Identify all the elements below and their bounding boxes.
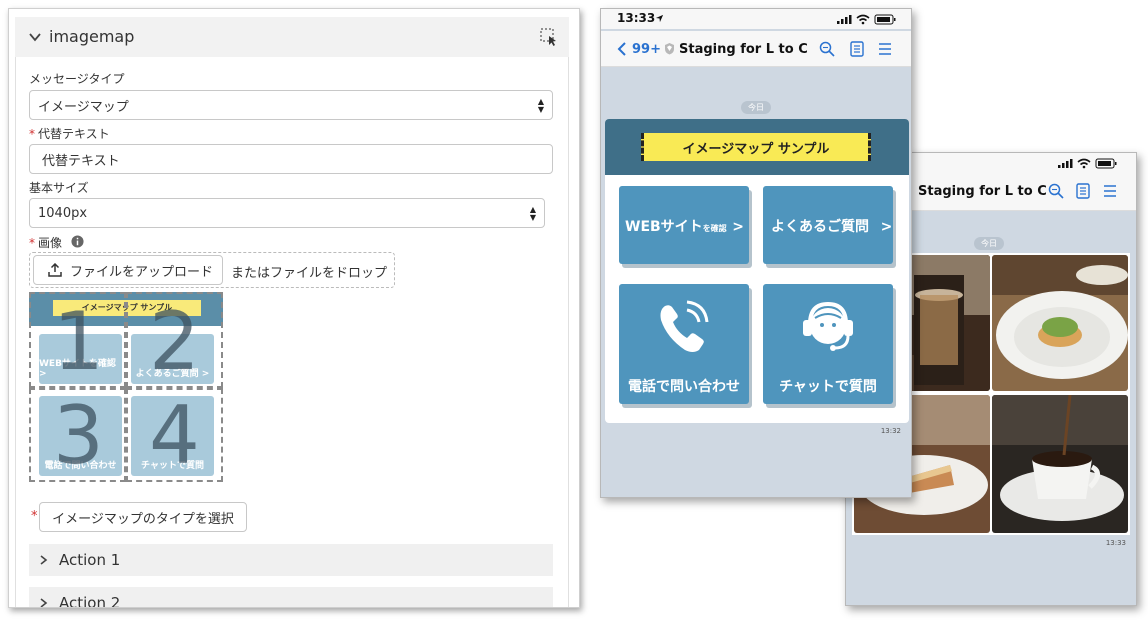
message-timestamp: 13:32 (880, 427, 901, 435)
notes-icon[interactable] (1076, 183, 1090, 199)
chevron-down-icon[interactable] (27, 29, 43, 45)
tile-faq-text: よくあるご質問 > (771, 216, 892, 236)
phone-screen-imagemap: 13:33 99+ Staging for L to C 今日 イメージマップ … (600, 8, 912, 498)
tile-chat-label: チャットで質問 (779, 379, 877, 395)
imagemap-message: イメージマップ サンプル WEBサイトを確認 > よくあるご質問 > 電話で問い… (605, 119, 909, 423)
select-area-icon[interactable] (539, 27, 559, 47)
menu-icon[interactable] (1103, 184, 1117, 198)
back-chevron-icon[interactable] (617, 41, 627, 57)
tile-website-text: WEBサイトを確認 > (625, 216, 744, 236)
tile-website[interactable]: WEBサイトを確認 > (619, 186, 749, 264)
alt-text-value: 代替テキスト (42, 153, 120, 169)
clock: 13:33 (617, 11, 656, 25)
region-number-4: 4 (149, 389, 200, 482)
base-size-select[interactable]: 1040px ▲ ▼ (29, 198, 545, 228)
alt-text-label: * 代替テキスト (29, 125, 110, 142)
message-timestamp: 13:33 (1105, 539, 1126, 547)
required-mark: * (31, 509, 38, 524)
base-size-label: 基本サイズ (29, 181, 89, 195)
image-label: * 画像 (29, 234, 62, 251)
chat-header: 99+ Staging for L to C (601, 31, 911, 67)
tile-website-small: を確認 (702, 224, 727, 233)
tile-chat[interactable]: チャットで質問 (763, 284, 893, 404)
alt-text-input[interactable]: 代替テキスト (29, 144, 553, 174)
region-number-2: 2 (149, 295, 200, 388)
unread-count[interactable]: 99+ (632, 42, 661, 57)
menu-icon[interactable] (878, 42, 892, 56)
message-type-value: イメージマップ (38, 99, 129, 115)
info-icon[interactable] (71, 235, 84, 248)
chevron-right-icon (40, 555, 48, 565)
location-arrow-icon (655, 14, 664, 23)
photo-coffee[interactable] (992, 395, 1128, 533)
search-icon[interactable] (819, 41, 835, 57)
tile-faq-label: よくあるご質問 (771, 219, 869, 235)
region-number-1: 1 (53, 295, 104, 388)
required-mark: * (29, 236, 35, 250)
base-size-value: 1040px (38, 205, 88, 221)
notes-icon[interactable] (850, 41, 864, 57)
action-2-label: Action 2 (59, 594, 121, 608)
tile-website-label: WEBサイト (625, 219, 703, 235)
signal-wifi-battery-icon (1058, 158, 1117, 169)
message-type-select[interactable]: イメージマップ ▲ ▼ (29, 90, 553, 120)
date-pill: 今日 (974, 237, 1004, 250)
action-1-row[interactable]: Action 1 (29, 544, 553, 576)
action-2-row[interactable]: Action 2 (29, 587, 553, 608)
photo-avocado-toast[interactable] (992, 255, 1128, 391)
select-imagemap-type-button[interactable]: イメージマップのタイプを選択 (39, 502, 247, 532)
chat-name: Staging for L to C (679, 42, 808, 57)
image-label-text: 画像 (38, 236, 63, 250)
imagemap-preview: イメージマップ サンプル WEBサイトを確認 > よくあるご質問 > 電話で問い… (29, 292, 223, 482)
panel-title: imagemap (49, 27, 135, 46)
panel-header[interactable]: imagemap (15, 17, 569, 57)
select-arrows-icon: ▲ ▼ (529, 205, 536, 222)
drop-text: またはファイルをドロップ (231, 266, 388, 281)
imagemap-banner-title: イメージマップ サンプル (641, 133, 871, 161)
upload-button[interactable]: ファイルをアップロード (33, 255, 223, 285)
shield-icon (665, 43, 674, 55)
status-bar: 13:33 (601, 9, 911, 29)
chevron-right-icon (40, 598, 48, 607)
tile-phone[interactable]: 電話で問い合わせ (619, 284, 749, 404)
search-icon[interactable] (1048, 183, 1064, 199)
upload-button-label: ファイルをアップロード (70, 264, 214, 280)
tile-faq[interactable]: よくあるご質問 > (763, 186, 893, 264)
coffee-photo-image (992, 395, 1128, 533)
signal-wifi-battery-icon (837, 14, 896, 25)
toast-photo-image (992, 255, 1128, 391)
message-type-label: メッセージタイプ (29, 72, 125, 86)
imagemap-banner: イメージマップ サンプル (605, 119, 909, 175)
date-pill: 今日 (741, 101, 771, 114)
required-mark: * (29, 127, 35, 141)
tile-website-arrow: > (732, 219, 744, 235)
headset-icon (803, 301, 853, 351)
tile-faq-arrow: > (880, 219, 893, 235)
region-number-3: 3 (53, 389, 104, 482)
alt-text-label-text: 代替テキスト (38, 127, 110, 141)
action-1-label: Action 1 (59, 551, 121, 569)
upload-icon (48, 263, 62, 277)
phone-icon (660, 300, 709, 352)
chat-name: Staging for L to C (918, 184, 1047, 199)
select-arrows-icon: ▲ ▼ (537, 97, 544, 114)
imagemap-settings-panel: imagemap メッセージタイプ イメージマップ ▲ ▼ * 代替テキスト 代替テ… (8, 8, 580, 608)
tile-phone-label: 電話で問い合わせ (628, 379, 740, 395)
